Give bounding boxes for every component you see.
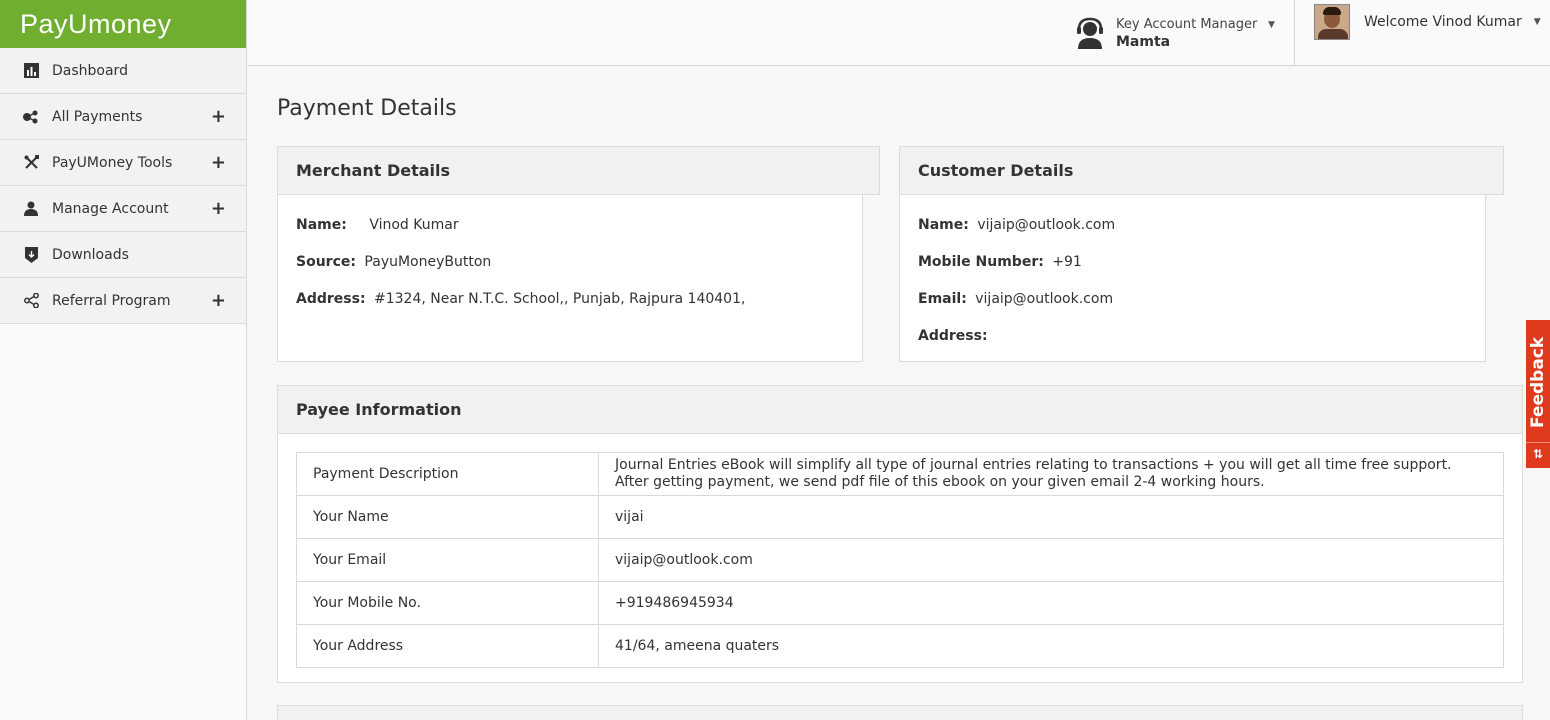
expand-icon[interactable]: +	[211, 152, 226, 173]
customer-mobile-row: Mobile Number: +91	[918, 254, 1082, 270]
sort-arrows-icon: ⇅	[1532, 447, 1544, 461]
feedback-divider	[1526, 442, 1550, 443]
sidebar-item-all-payments[interactable]: All Payments +	[0, 94, 246, 140]
kam-label: Key Account Manager	[1116, 16, 1258, 32]
payee-value: 41/64, ameena quaters	[598, 624, 1504, 668]
expand-icon[interactable]: +	[211, 198, 226, 219]
merchant-name-label: Name:	[296, 217, 347, 233]
merchant-source-label: Source:	[296, 254, 356, 270]
table-row: Your Name vijai	[296, 495, 1504, 539]
customer-mobile-value: +91	[1052, 254, 1082, 270]
download-icon	[22, 246, 40, 264]
customer-address-label: Address:	[918, 328, 988, 344]
header-divider	[1294, 0, 1295, 66]
payee-value: vijaip@outlook.com	[598, 538, 1504, 582]
merchant-source-row: Source: PayuMoneyButton	[296, 254, 491, 270]
customer-email-row: Email: vijaip@outlook.com	[918, 291, 1113, 307]
payee-key: Your Mobile No.	[296, 581, 599, 625]
customer-mobile-label: Mobile Number:	[918, 254, 1044, 270]
payumoney-logo[interactable]: PayUmoney	[0, 0, 246, 48]
payments-icon	[22, 108, 40, 126]
sidebar-item-label: Dashboard	[52, 62, 128, 79]
payee-table: Payment Description Journal Entries eBoo…	[296, 452, 1504, 668]
payee-key: Your Name	[296, 495, 599, 539]
share-icon	[22, 292, 40, 310]
welcome-text: Welcome Vinod Kumar	[1364, 14, 1522, 30]
sidebar-item-downloads[interactable]: Downloads	[0, 232, 246, 278]
payee-key: Payment Description	[296, 452, 599, 496]
top-header: Key Account Manager Mamta ▼ Welcome Vino…	[248, 0, 1550, 66]
feedback-tab[interactable]: Feedback ⇅	[1526, 320, 1550, 468]
customer-address-row: Address:	[918, 328, 992, 344]
feedback-label: Feedback	[1528, 336, 1548, 428]
next-card-header	[277, 705, 1523, 720]
sidebar-item-label: All Payments	[52, 108, 143, 125]
sidebar-item-label: Manage Account	[52, 200, 169, 217]
merchant-details-card: Merchant Details Name: Vinod Kumar Sourc…	[277, 146, 880, 362]
sidebar-item-referral-program[interactable]: Referral Program +	[0, 278, 246, 324]
sidebar-item-payumoney-tools[interactable]: PayUMoney Tools +	[0, 140, 246, 186]
payee-value: +919486945934	[598, 581, 1504, 625]
merchant-name-value: Vinod Kumar	[369, 217, 459, 233]
merchant-address-row: Address: #1324, Near N.T.C. School,, Pun…	[296, 291, 745, 307]
customer-email-value: vijaip@outlook.com	[975, 291, 1114, 307]
user-icon	[22, 200, 40, 218]
table-row: Your Mobile No. +919486945934	[296, 581, 1504, 625]
customer-details-card: Customer Details Name: vijaip@outlook.co…	[899, 146, 1504, 362]
payee-key: Your Address	[296, 624, 599, 668]
sidebar: PayUmoney Dashboard All Payments + PayUM…	[0, 0, 247, 720]
payee-key: Your Email	[296, 538, 599, 582]
merchant-name-row: Name: Vinod Kumar	[296, 217, 459, 233]
support-agent-icon	[1077, 17, 1103, 49]
chevron-down-icon[interactable]: ▼	[1268, 20, 1275, 30]
merchant-address-label: Address:	[296, 291, 366, 307]
merchant-source-value: PayuMoneyButton	[364, 254, 492, 270]
payee-value: vijai	[598, 495, 1504, 539]
table-row: Your Email vijaip@outlook.com	[296, 538, 1504, 582]
sidebar-item-label: Downloads	[52, 246, 129, 263]
expand-icon[interactable]: +	[211, 290, 226, 311]
customer-name-row: Name: vijaip@outlook.com	[918, 217, 1115, 233]
avatar	[1314, 4, 1350, 40]
user-menu[interactable]: Welcome Vinod Kumar ▼	[1314, 4, 1541, 40]
payee-value: Journal Entries eBook will simplify all …	[598, 452, 1504, 496]
payee-information-header: Payee Information	[277, 385, 1523, 434]
customer-details-header: Customer Details	[899, 146, 1504, 195]
expand-icon[interactable]: +	[211, 106, 226, 127]
bar-chart-icon	[22, 62, 40, 80]
key-account-manager-menu[interactable]: Key Account Manager Mamta ▼	[1074, 4, 1294, 62]
table-row: Payment Description Journal Entries eBoo…	[296, 452, 1504, 496]
sidebar-item-manage-account[interactable]: Manage Account +	[0, 186, 246, 232]
customer-name-value: vijaip@outlook.com	[977, 217, 1116, 233]
tools-icon	[22, 154, 40, 172]
sidebar-item-dashboard[interactable]: Dashboard	[0, 48, 246, 94]
kam-name: Mamta	[1116, 33, 1171, 50]
customer-name-label: Name:	[918, 217, 969, 233]
customer-email-label: Email:	[918, 291, 967, 307]
payee-information-card: Payee Information Payment Description Jo…	[277, 385, 1523, 683]
sidebar-item-label: Referral Program	[52, 292, 171, 309]
sidebar-item-label: PayUMoney Tools	[52, 154, 173, 171]
table-row: Your Address 41/64, ameena quaters	[296, 624, 1504, 668]
merchant-address-value: #1324, Near N.T.C. School,, Punjab, Rajp…	[374, 291, 746, 307]
page-title: Payment Details	[277, 96, 457, 121]
merchant-details-header: Merchant Details	[277, 146, 880, 195]
logo-text: PayUmoney	[20, 8, 172, 39]
chevron-down-icon[interactable]: ▼	[1534, 17, 1541, 27]
